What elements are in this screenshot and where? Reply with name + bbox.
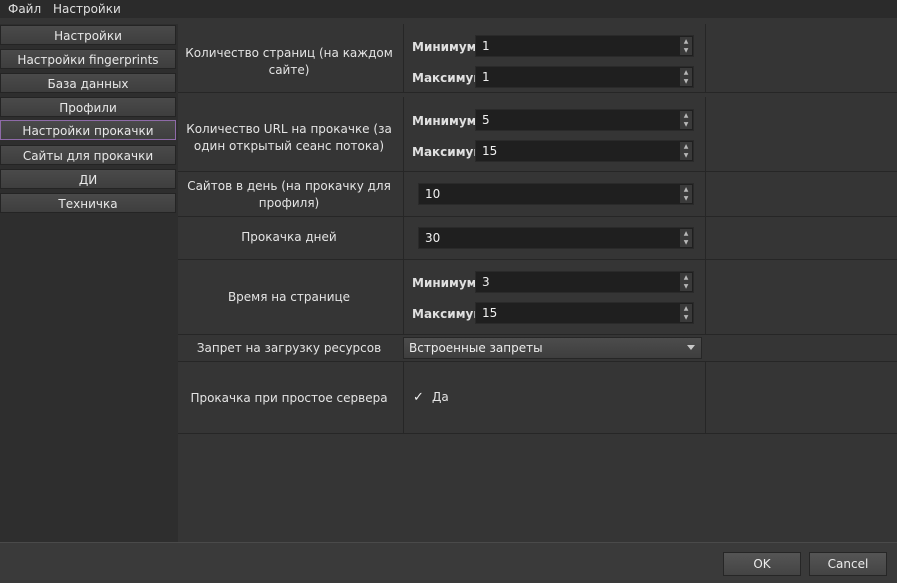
max-label: Максимум	[412, 145, 484, 159]
min-label: Минимум	[412, 276, 477, 290]
menu-settings[interactable]: Настройки	[53, 0, 121, 18]
arrow-up-icon[interactable]: ▲	[680, 304, 692, 313]
max-label: Максимум	[412, 71, 484, 85]
spinbox-buttons[interactable]: ▲ ▼	[680, 304, 692, 322]
days-spinbox[interactable]: 30 ▲ ▼	[418, 227, 694, 249]
column-divider	[705, 97, 706, 171]
arrow-up-icon[interactable]: ▲	[680, 185, 692, 194]
urls-per-session-label: Количество URL на прокачке (за один откр…	[186, 122, 392, 153]
menu-bar: Файл Настройки	[0, 0, 897, 18]
urls-min-spinbox[interactable]: 5 ▲ ▼	[475, 109, 694, 131]
arrow-up-icon[interactable]: ▲	[680, 68, 692, 77]
arrow-up-icon[interactable]: ▲	[680, 273, 692, 282]
checkmark-icon: ✓	[413, 390, 424, 405]
urls-max-spinbox[interactable]: 15 ▲ ▼	[475, 140, 694, 162]
arrow-up-icon[interactable]: ▲	[680, 111, 692, 120]
sites-per-day-spinbox[interactable]: 10 ▲ ▼	[418, 183, 694, 205]
row-sites-per-day: Сайтов в день (на прокачку для профиля) …	[178, 172, 897, 217]
spinbox-buttons[interactable]: ▲ ▼	[680, 185, 692, 203]
sidebar-item-warmup-settings[interactable]: Настройки прокачки	[0, 120, 176, 140]
arrow-down-icon[interactable]: ▼	[680, 313, 692, 322]
sidebar-item-warmup-sites[interactable]: Сайты для прокачки	[0, 145, 176, 165]
dropdown-value: Встроенные запреты	[409, 341, 543, 355]
arrow-up-icon[interactable]: ▲	[680, 229, 692, 238]
column-divider	[403, 260, 404, 334]
column-divider	[403, 362, 404, 433]
sidebar-item-database[interactable]: База данных	[0, 73, 176, 93]
menu-file[interactable]: Файл	[8, 0, 41, 18]
spinbox-buttons[interactable]: ▲ ▼	[680, 68, 692, 86]
min-label: Минимум	[412, 114, 477, 128]
days-label: Прокачка дней	[241, 230, 337, 244]
resource-block-dropdown[interactable]: Встроенные запреты	[403, 337, 702, 359]
spinbox-value: 5	[482, 113, 490, 127]
row-days: Прокачка дней 30 ▲ ▼	[178, 217, 897, 260]
spinbox-value: 15	[482, 306, 498, 320]
spinbox-value: 1	[482, 70, 490, 84]
column-divider	[403, 97, 404, 171]
arrow-down-icon[interactable]: ▼	[680, 282, 692, 291]
arrow-down-icon[interactable]: ▼	[680, 120, 692, 129]
column-divider	[705, 24, 706, 92]
idle-warmup-checkbox[interactable]: ✓	[413, 390, 427, 405]
checkbox-label[interactable]: Да	[432, 390, 449, 404]
arrow-up-icon[interactable]: ▲	[680, 142, 692, 151]
arrow-up-icon[interactable]: ▲	[680, 37, 692, 46]
row-pages-per-site: Количество страниц (на каждом сайте) Мин…	[178, 24, 897, 93]
time-on-page-label: Время на странице	[227, 290, 351, 304]
column-divider	[705, 172, 706, 216]
spinbox-buttons[interactable]: ▲ ▼	[680, 37, 692, 55]
column-divider	[705, 260, 706, 334]
pages-min-spinbox[interactable]: 1 ▲ ▼	[475, 35, 694, 57]
column-divider	[403, 217, 404, 259]
pages-max-spinbox[interactable]: 1 ▲ ▼	[475, 66, 694, 88]
column-divider	[403, 24, 404, 92]
dialog-button-bar: OK Cancel	[0, 542, 897, 583]
min-label: Минимум	[412, 40, 477, 54]
settings-panel: Количество страниц (на каждом сайте) Мин…	[178, 24, 897, 542]
column-divider	[403, 172, 404, 216]
sidebar-item-maintenance[interactable]: Техничка	[0, 193, 176, 213]
arrow-down-icon[interactable]: ▼	[680, 46, 692, 55]
resource-block-label: Запрет на загрузку ресурсов	[196, 341, 382, 355]
row-time-on-page: Время на странице Минимум 3 ▲ ▼ Максимум…	[178, 260, 897, 335]
spinbox-buttons[interactable]: ▲ ▼	[680, 229, 692, 247]
spinbox-value: 30	[425, 231, 441, 245]
time-max-spinbox[interactable]: 15 ▲ ▼	[475, 302, 694, 324]
arrow-down-icon[interactable]: ▼	[680, 77, 692, 86]
spinbox-buttons[interactable]: ▲ ▼	[680, 142, 692, 160]
spinbox-value: 15	[482, 144, 498, 158]
spinbox-value: 10	[425, 187, 441, 201]
idle-warmup-label: Прокачка при простое сервера	[190, 391, 388, 405]
row-urls-per-session: Количество URL на прокачке (за один откр…	[178, 97, 897, 172]
ok-button[interactable]: OK	[723, 552, 801, 576]
time-min-spinbox[interactable]: 3 ▲ ▼	[475, 271, 694, 293]
row-idle-warmup: Прокачка при простое сервера ✓ Да	[178, 362, 897, 434]
sites-per-day-label: Сайтов в день (на прокачку для профиля)	[187, 179, 391, 210]
sidebar-item-profiles[interactable]: Профили	[0, 97, 176, 117]
sidebar: Настройки Настройки fingerprints База да…	[0, 24, 178, 542]
spinbox-value: 1	[482, 39, 490, 53]
cancel-button[interactable]: Cancel	[809, 552, 887, 576]
arrow-down-icon[interactable]: ▼	[680, 238, 692, 247]
sidebar-item-di[interactable]: ДИ	[0, 169, 176, 189]
spinbox-buttons[interactable]: ▲ ▼	[680, 273, 692, 291]
sidebar-item-fingerprints[interactable]: Настройки fingerprints	[0, 49, 176, 69]
pages-per-site-label: Количество страниц (на каждом сайте)	[185, 46, 393, 77]
arrow-down-icon[interactable]: ▼	[680, 194, 692, 203]
max-label: Максимум	[412, 307, 484, 321]
row-resource-block: Запрет на загрузку ресурсов Встроенные з…	[178, 335, 897, 362]
spinbox-value: 3	[482, 275, 490, 289]
spinbox-buttons[interactable]: ▲ ▼	[680, 111, 692, 129]
chevron-down-icon[interactable]	[687, 345, 695, 350]
column-divider	[705, 217, 706, 259]
sidebar-item-settings[interactable]: Настройки	[0, 25, 176, 45]
column-divider	[705, 362, 706, 433]
arrow-down-icon[interactable]: ▼	[680, 151, 692, 160]
